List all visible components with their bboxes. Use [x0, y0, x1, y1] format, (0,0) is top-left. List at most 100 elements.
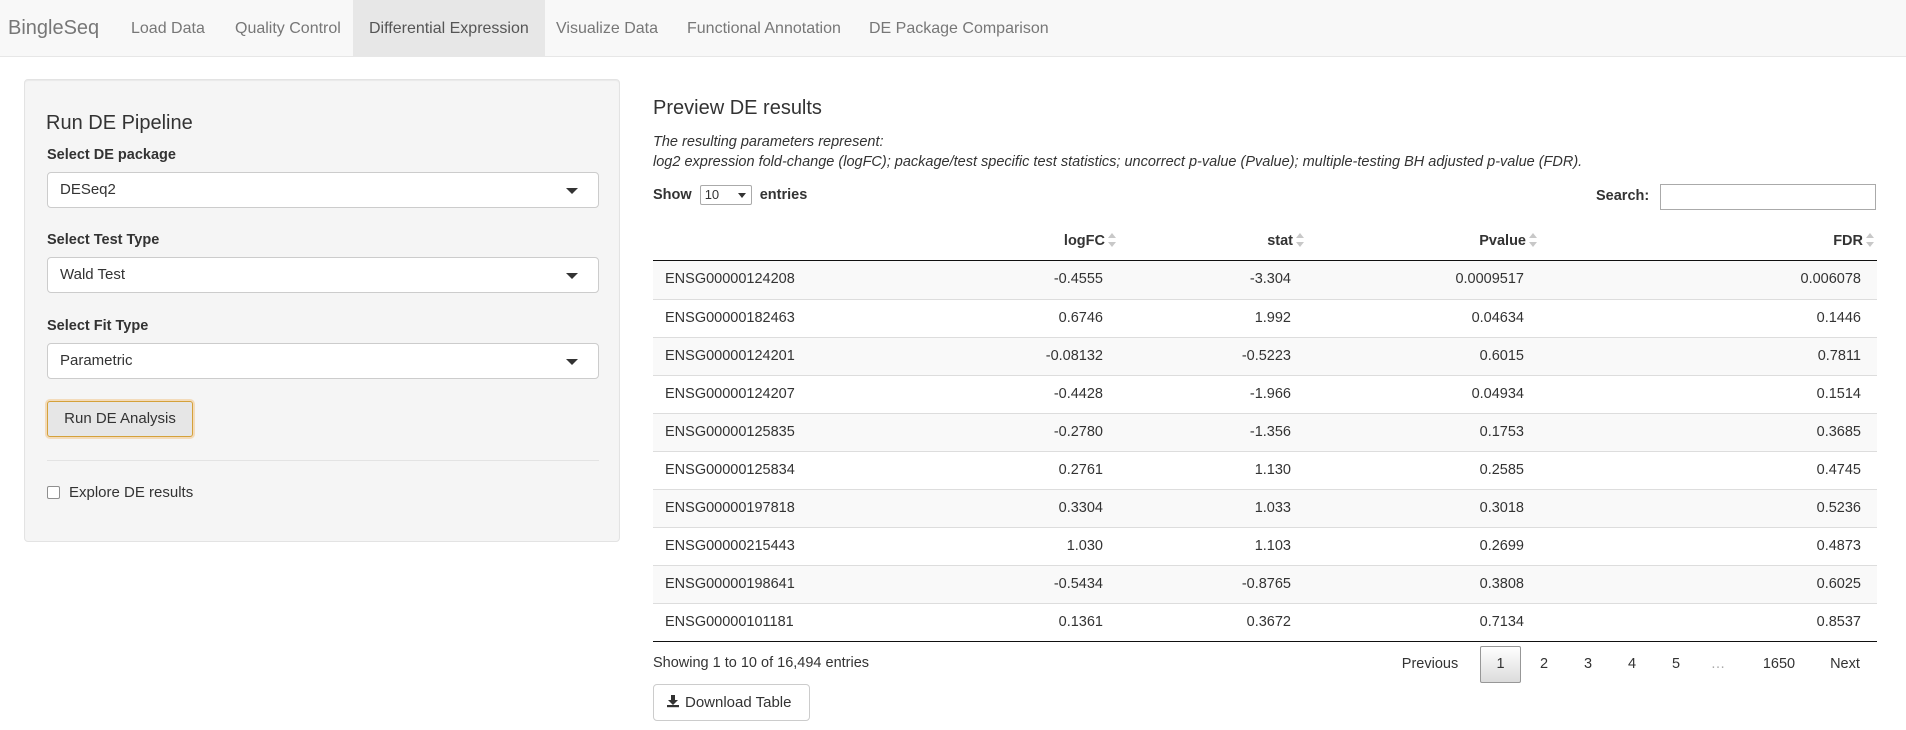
run-de-analysis-button[interactable]: Run DE Analysis — [47, 401, 193, 437]
fit-type-select[interactable]: Parametric — [47, 343, 599, 379]
fdr-cell: 0.1514 — [1816, 386, 1861, 402]
gene-id-cell: ENSG00000124208 — [665, 271, 795, 287]
fdr-cell: 0.7811 — [1817, 348, 1861, 364]
fdr-cell: 0.006078 — [1800, 271, 1861, 287]
column-header-logfc-label: logFC — [1063, 233, 1105, 249]
page-length-control: Show 10 entries — [653, 184, 807, 206]
pagination-ellipsis: … — [1710, 656, 1726, 672]
logfc-cell: 0.1361 — [1058, 614, 1103, 630]
column-header-pvalue-label: Pvalue — [1479, 233, 1526, 249]
table-row[interactable]: ENSG00000101181 0.1361 0.3672 0.7134 0.8537 — [653, 603, 1877, 641]
caret-down-icon — [566, 359, 578, 365]
sort-icon — [1108, 233, 1116, 248]
caret-down-icon — [737, 193, 746, 199]
stat-cell: 1.130 — [1254, 462, 1291, 478]
table-row[interactable]: ENSG00000124207 -0.4428 -1.966 0.04934 0.151… — [653, 375, 1877, 413]
tab-load-data[interactable]: Load Data — [115, 0, 221, 56]
search-input[interactable] — [1660, 184, 1876, 210]
gene-id-cell: ENSG00000182463 — [665, 310, 795, 326]
table-row[interactable]: ENSG00000125834 0.2761 1.130 0.2585 0.4745 — [653, 451, 1877, 489]
pagination-page-3[interactable]: 3 — [1569, 646, 1607, 683]
gene-id-cell: ENSG00000198641 — [665, 576, 795, 592]
description-line-1: The resulting parameters represent: — [653, 134, 884, 150]
sort-icon — [1296, 233, 1304, 248]
gene-id-cell: ENSG00000215443 — [665, 538, 795, 554]
download-table-label: Download Table — [685, 694, 792, 711]
fdr-cell: 0.6025 — [1816, 576, 1861, 592]
gene-id-cell: ENSG00000197818 — [665, 500, 795, 516]
table-row[interactable]: ENSG00000125835 -0.2780 -1.356 0.1753 0.3685 — [653, 413, 1877, 451]
fdr-cell: 0.5236 — [1816, 500, 1861, 516]
pvalue-cell: 0.3808 — [1479, 576, 1524, 592]
stat-cell: -1.966 — [1249, 386, 1291, 402]
column-header-fdr[interactable]: FDR — [1603, 222, 1874, 261]
explore-de-results-checkbox[interactable] — [47, 486, 60, 499]
table-row[interactable]: ENSG00000182463 0.6746 1.992 0.04634 0.1446 — [653, 299, 1877, 337]
tab-functional-annotation[interactable]: Functional Annotation — [671, 0, 857, 56]
divider — [47, 460, 599, 461]
pvalue-cell: 0.2585 — [1479, 462, 1524, 478]
package-select-value: DESeq2 — [60, 181, 116, 198]
pagination-previous[interactable]: Previous — [1395, 646, 1465, 683]
pvalue-cell: 0.1753 — [1479, 424, 1524, 440]
caret-down-icon — [566, 273, 578, 279]
download-icon — [667, 695, 679, 708]
table-row[interactable]: ENSG00000124208 -0.4555 -3.304 0.0009517 0.0… — [653, 261, 1877, 299]
fit-type-label: Select Fit Type — [47, 318, 149, 334]
pagination-last-page[interactable]: 1650 — [1749, 646, 1809, 683]
page-length-select[interactable]: 10 — [699, 185, 752, 206]
column-header-fdr-label: FDR — [1833, 233, 1863, 249]
pagination-next[interactable]: Next — [1817, 646, 1873, 683]
stat-cell: 1.103 — [1254, 538, 1291, 554]
package-select[interactable]: DESeq2 — [47, 172, 599, 208]
test-type-label: Select Test Type — [47, 232, 160, 248]
tab-de-package-comparison[interactable]: DE Package Comparison — [853, 0, 1065, 56]
table-row[interactable]: ENSG00000198641 -0.5434 -0.8765 0.3808 0.602… — [653, 565, 1877, 603]
brand-title[interactable]: BingleSeq — [8, 17, 99, 39]
stat-cell: -0.8765 — [1241, 576, 1291, 592]
tab-quality-control[interactable]: Quality Control — [219, 0, 357, 56]
pagination-page-4[interactable]: 4 — [1613, 646, 1651, 683]
pagination-page-1[interactable]: 1 — [1480, 646, 1521, 683]
logfc-cell: -0.4428 — [1053, 386, 1103, 402]
results-table: logFC stat Pvalue FDR ENSG00000124208 -0.… — [653, 222, 1877, 642]
stat-cell: -1.356 — [1249, 424, 1291, 440]
table-header: logFC stat Pvalue FDR — [653, 222, 1877, 261]
logfc-cell: -0.5434 — [1053, 576, 1103, 592]
sort-icon — [1866, 233, 1874, 248]
table-row[interactable]: ENSG00000124201 -0.08132 -0.5223 0.6015 0.78… — [653, 337, 1877, 375]
logfc-cell: -0.08132 — [1045, 348, 1103, 364]
stat-cell: 0.3672 — [1246, 614, 1291, 630]
test-type-select[interactable]: Wald Test — [47, 257, 599, 293]
pagination-page-5[interactable]: 5 — [1657, 646, 1695, 683]
fdr-cell: 0.8537 — [1816, 614, 1861, 630]
pvalue-cell: 0.6015 — [1479, 348, 1524, 364]
pagination-page-2[interactable]: 2 — [1525, 646, 1563, 683]
table-row[interactable]: ENSG00000197818 0.3304 1.033 0.3018 0.5236 — [653, 489, 1877, 527]
sidebar-panel: Run DE Pipeline Select DE package DESeq2… — [24, 79, 620, 542]
column-header-stat-label: stat — [1267, 233, 1293, 249]
pvalue-cell: 0.7134 — [1479, 614, 1524, 630]
entries-label: entries — [759, 187, 808, 204]
explore-de-results-label[interactable]: Explore DE results — [69, 484, 193, 502]
logfc-cell: -0.4555 — [1053, 271, 1103, 287]
test-type-select-value: Wald Test — [60, 266, 126, 283]
gene-id-cell: ENSG00000124207 — [665, 386, 795, 402]
pvalue-cell: 0.0009517 — [1455, 271, 1524, 287]
fit-type-select-value: Parametric — [60, 352, 133, 369]
tab-differential-expression[interactable]: Differential Expression — [353, 0, 545, 56]
tab-visualize-data[interactable]: Visualize Data — [540, 0, 674, 56]
stat-cell: 1.033 — [1254, 500, 1291, 516]
column-header-logfc[interactable]: logFC — [998, 222, 1116, 261]
logfc-cell: 0.3304 — [1058, 500, 1103, 516]
column-header-stat[interactable]: stat — [1153, 222, 1304, 261]
pvalue-cell: 0.04934 — [1471, 386, 1524, 402]
table-row[interactable]: ENSG00000215443 1.030 1.103 0.2699 0.4873 — [653, 527, 1877, 565]
page-length-value: 10 — [704, 187, 720, 203]
navbar: BingleSeq Load Data Quality Control Diff… — [0, 0, 1906, 57]
column-header-pvalue[interactable]: Pvalue — [1353, 222, 1537, 261]
download-table-button[interactable]: Download Table — [653, 684, 810, 721]
pvalue-cell: 0.2699 — [1479, 538, 1524, 554]
stat-cell: -0.5223 — [1241, 348, 1291, 364]
sort-icon — [1529, 233, 1537, 248]
